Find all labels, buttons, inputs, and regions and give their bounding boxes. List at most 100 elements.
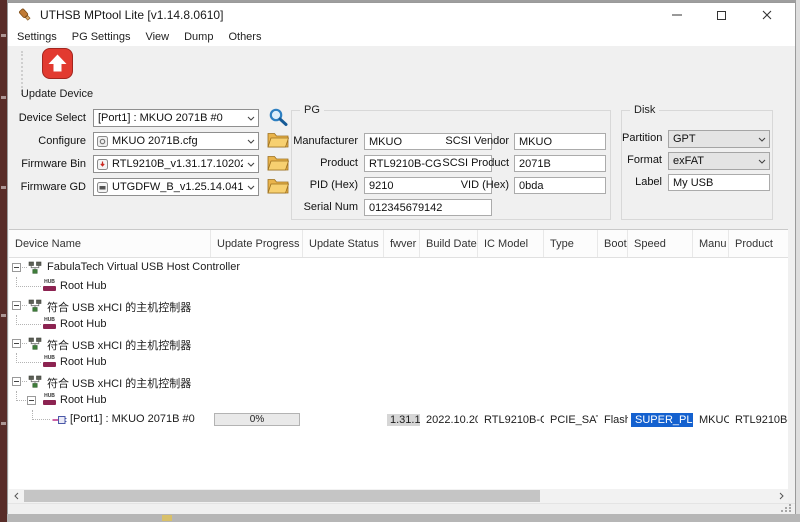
collapse-toggle-icon[interactable]	[12, 263, 21, 272]
device-select-dropdown[interactable]: [Port1] : MKUO 2071B #0	[93, 109, 259, 127]
title-bar: UTHSB MPtool Lite [v1.14.8.0610]	[8, 3, 795, 27]
column-device-name[interactable]: Device Name	[9, 230, 211, 257]
tree-row-controller[interactable]: 符合 USB xHCI 的主机控制器	[9, 296, 788, 315]
partition-dropdown[interactable]: GPT	[668, 130, 770, 148]
menu-dump[interactable]: Dump	[184, 31, 213, 43]
tree-row-controller[interactable]: FabulaTech Virtual USB Host Controller	[9, 258, 788, 277]
column-manu[interactable]: Manu	[693, 230, 729, 257]
tree-row-controller[interactable]: 符合 USB xHCI 的主机控制器	[9, 372, 788, 391]
firmware-bin-label: Firmware Bin	[16, 155, 86, 173]
menu-settings[interactable]: Settings	[17, 31, 57, 43]
background-bottom-strip	[7, 514, 800, 522]
background-window-left-strip	[0, 0, 7, 522]
chevron-down-icon	[243, 185, 258, 190]
column-fwver[interactable]: fwver	[384, 230, 420, 257]
usb-stick-icon	[18, 8, 33, 23]
browse-firmware-gd-button[interactable]	[264, 176, 292, 198]
menu-others[interactable]: Others	[228, 31, 261, 43]
background-glyph	[1, 34, 6, 37]
partition-value: GPT	[669, 133, 754, 145]
configure-dropdown[interactable]: MKUO 2071B.cfg	[93, 132, 259, 150]
column-update-progress[interactable]: Update Progress	[211, 230, 303, 257]
firmware-bin-row: Firmware Bin RTL9210B_v1.31.17.102022.bi…	[16, 155, 286, 173]
background-glyph	[1, 96, 6, 99]
scsi-vendor-label: SCSI Vendor	[437, 133, 509, 150]
firmware-bin-value: RTL9210B_v1.31.17.102022.bin	[108, 158, 243, 170]
menu-pg-settings[interactable]: PG Settings	[72, 31, 131, 43]
update-device-icon	[42, 48, 73, 84]
column-update-status[interactable]: Update Status	[303, 230, 384, 257]
scrollbar-thumb[interactable]	[24, 490, 540, 502]
firmware-gd-row: Firmware GD UTGDFW_B_v1.25.14.041521.bin	[16, 178, 286, 196]
column-boot[interactable]: Boot	[598, 230, 628, 257]
scsi-product-field[interactable]	[514, 155, 606, 172]
partition-label: Partition	[622, 130, 662, 147]
scroll-right-arrow-icon[interactable]	[774, 489, 788, 503]
browse-firmware-bin-button[interactable]	[264, 153, 292, 175]
device-select-value: [Port1] : MKUO 2071B #0	[94, 112, 243, 124]
device-select-label: Device Select	[16, 109, 86, 127]
column-product[interactable]: Product	[729, 230, 788, 257]
volume-label-field[interactable]	[668, 174, 770, 191]
configure-value: MKUO 2071B.cfg	[108, 135, 243, 147]
tree-row-root-hub[interactable]: HUB Root Hub	[9, 315, 788, 334]
device-table: Device Name Update Progress Update Statu…	[9, 229, 788, 489]
serial-num-field[interactable]	[364, 199, 492, 216]
tree-row-device[interactable]: [Port1] : MKUO 2071B #0 0% 1.31.17 2022.…	[9, 410, 788, 429]
tree-row-controller[interactable]: 符合 USB xHCI 的主机控制器	[9, 334, 788, 353]
close-button[interactable]	[744, 3, 789, 27]
device-select-row: Device Select [Port1] : MKUO 2071B #0	[16, 109, 286, 127]
column-build-date[interactable]: Build Date	[420, 230, 478, 257]
usb-controller-icon	[28, 375, 42, 388]
horizontal-scrollbar[interactable]	[9, 489, 788, 503]
background-right-strip	[796, 0, 800, 522]
tree-row-root-hub[interactable]: HUB Root Hub	[9, 353, 788, 372]
search-device-button[interactable]	[264, 107, 292, 129]
pg-legend: PG	[300, 104, 324, 116]
menu-view[interactable]: View	[145, 31, 169, 43]
config-file-icon	[97, 136, 108, 147]
format-value: exFAT	[669, 155, 754, 167]
device-cell-type: PCIE_SATA	[544, 410, 598, 429]
device-cell-boot: Flash	[598, 410, 628, 429]
table-header: Device Name Update Progress Update Statu…	[9, 230, 788, 258]
tree-row-root-hub[interactable]: HUB Root Hub	[9, 391, 788, 410]
scsi-vendor-field[interactable]	[514, 133, 606, 150]
tree-node-label: Root Hub	[60, 356, 106, 368]
speed-badge: SUPER_PLUS	[631, 413, 693, 427]
column-type[interactable]: Type	[544, 230, 598, 257]
column-ic-model[interactable]: IC Model	[478, 230, 544, 257]
tree-node-label: Root Hub	[60, 394, 106, 406]
collapse-toggle-icon[interactable]	[12, 339, 21, 348]
device-cell-manu: MKUO	[693, 410, 729, 429]
window-controls	[654, 3, 789, 27]
format-label: Format	[622, 152, 662, 169]
device-cell-ic-model: RTL9210B-CG	[478, 410, 544, 429]
vid-hex-field[interactable]	[514, 177, 606, 194]
firmware-gd-dropdown[interactable]: UTGDFW_B_v1.25.14.041521.bin	[93, 178, 259, 196]
minimize-button[interactable]	[654, 3, 699, 27]
device-cell-update-status	[303, 410, 384, 429]
collapse-toggle-icon[interactable]	[27, 396, 36, 405]
app-window: UTHSB MPtool Lite [v1.14.8.0610] Setting…	[7, 2, 796, 514]
update-device-button[interactable]: Update Device	[20, 48, 94, 100]
folder-icon	[267, 131, 289, 151]
column-speed[interactable]: Speed	[628, 230, 693, 257]
collapse-toggle-icon[interactable]	[12, 377, 21, 386]
collapse-toggle-icon[interactable]	[12, 301, 21, 310]
format-dropdown[interactable]: exFAT	[668, 152, 770, 170]
device-cell-fwver: 1.31.17	[384, 410, 420, 429]
tree-row-root-hub[interactable]: HUB Root Hub	[9, 277, 788, 296]
maximize-button[interactable]	[699, 3, 744, 27]
background-glyph	[1, 314, 6, 317]
chevron-down-icon	[243, 139, 258, 144]
scroll-left-arrow-icon[interactable]	[9, 489, 23, 503]
root-hub-icon: HUB	[42, 394, 57, 405]
device-cell-progress: 0%	[211, 410, 303, 429]
firmware-bin-dropdown[interactable]: RTL9210B_v1.31.17.102022.bin	[93, 155, 259, 173]
browse-configure-button[interactable]	[264, 130, 292, 152]
pg-groupbox: PG Manufacturer Product PID (Hex) Serial…	[291, 110, 611, 220]
tree-node-label: Root Hub	[60, 280, 106, 292]
usb-controller-icon	[28, 299, 42, 312]
disk-legend: Disk	[630, 104, 659, 116]
